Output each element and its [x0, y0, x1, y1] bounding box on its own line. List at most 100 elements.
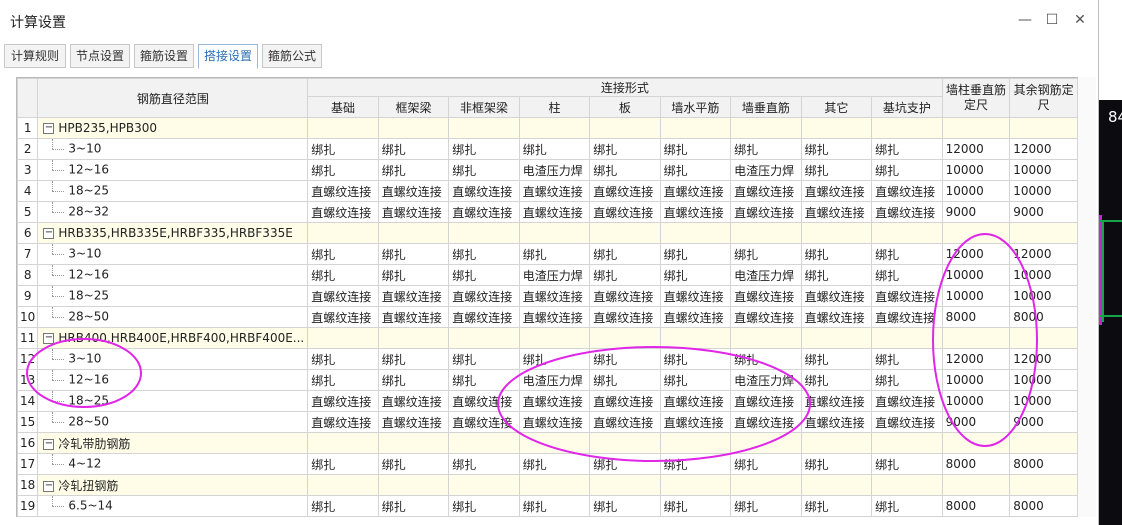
- other-length-cell[interactable]: 10000: [1009, 159, 1078, 181]
- table-row[interactable]: 8 12~16 绑扎 绑扎 绑扎 电渣压力焊 绑扎 绑扎 电渣压力焊 绑扎 绑扎 10000 10000: [16, 264, 1078, 286]
- connection-cell[interactable]: 绑扎: [518, 138, 591, 160]
- connection-cell[interactable]: 绑扎: [730, 243, 802, 265]
- connection-cell[interactable]: 绑扎: [448, 138, 520, 160]
- collapse-icon[interactable]: −: [43, 438, 55, 450]
- connection-cell[interactable]: 电渣压力焊: [518, 369, 591, 391]
- connection-cell[interactable]: 绑扎: [659, 159, 732, 181]
- connection-cell[interactable]: 直螺纹连接: [307, 411, 379, 433]
- wall-length-cell[interactable]: 12000: [941, 243, 1011, 265]
- connection-cell[interactable]: 直螺纹连接: [377, 285, 450, 307]
- connection-cell[interactable]: 直螺纹连接: [518, 390, 591, 412]
- table-row[interactable]: 9 18~25 直螺纹连接 直螺纹连接 直螺纹连接 直螺纹连接 直螺纹连接 直螺纹连接 直螺纹连…: [16, 285, 1078, 307]
- connection-cell[interactable]: 直螺纹连接: [377, 411, 450, 433]
- connection-cell[interactable]: 绑扎: [307, 264, 379, 286]
- connection-cell[interactable]: 绑扎: [659, 495, 732, 517]
- connection-cell[interactable]: 直螺纹连接: [448, 390, 520, 412]
- connection-cell[interactable]: 绑扎: [871, 495, 943, 517]
- connection-cell[interactable]: 绑扎: [871, 453, 943, 475]
- connection-cell[interactable]: 直螺纹连接: [730, 411, 802, 433]
- connection-cell[interactable]: 绑扎: [377, 264, 450, 286]
- connection-cell[interactable]: 绑扎: [307, 495, 379, 517]
- table-row[interactable]: 19 6.5~14 绑扎 绑扎 绑扎 绑扎 绑扎 绑扎 绑扎 绑扎 绑扎 8000 8000: [16, 495, 1078, 517]
- diameter-range-cell[interactable]: 3~10: [37, 348, 309, 370]
- connection-cell[interactable]: 绑扎: [307, 348, 379, 370]
- connection-cell[interactable]: 直螺纹连接: [589, 411, 661, 433]
- connection-cell[interactable]: 直螺纹连接: [448, 285, 520, 307]
- connection-cell[interactable]: 绑扎: [871, 243, 943, 265]
- connection-cell[interactable]: 绑扎: [448, 495, 520, 517]
- connection-cell[interactable]: 绑扎: [448, 348, 520, 370]
- connection-cell[interactable]: 绑扎: [377, 138, 450, 160]
- connection-cell[interactable]: 直螺纹连接: [518, 285, 591, 307]
- connection-cell[interactable]: 绑扎: [448, 243, 520, 265]
- connection-cell[interactable]: 绑扎: [377, 453, 450, 475]
- wall-length-cell[interactable]: 9000: [941, 411, 1011, 433]
- connection-cell[interactable]: 直螺纹连接: [518, 411, 591, 433]
- connection-cell[interactable]: 直螺纹连接: [800, 180, 873, 202]
- connection-cell[interactable]: 直螺纹连接: [377, 306, 450, 328]
- other-length-cell[interactable]: 12000: [1009, 348, 1078, 370]
- connection-cell[interactable]: 绑扎: [659, 369, 732, 391]
- connection-cell[interactable]: 直螺纹连接: [307, 285, 379, 307]
- wall-length-cell[interactable]: 12000: [941, 348, 1011, 370]
- connection-cell[interactable]: 直螺纹连接: [871, 201, 943, 223]
- tab-node-settings[interactable]: 节点设置: [70, 44, 130, 68]
- table-row[interactable]: 7 3~10 绑扎 绑扎 绑扎 绑扎 绑扎 绑扎 绑扎 绑扎 绑扎 12000 12000: [16, 243, 1078, 265]
- other-length-cell[interactable]: 10000: [1009, 180, 1078, 202]
- connection-cell[interactable]: 绑扎: [307, 159, 379, 181]
- connection-cell[interactable]: 绑扎: [377, 348, 450, 370]
- diameter-range-cell[interactable]: 12~16: [37, 264, 309, 286]
- diameter-range-cell[interactable]: 6.5~14: [37, 495, 309, 517]
- wall-length-cell[interactable]: 10000: [941, 369, 1011, 391]
- connection-cell[interactable]: 绑扎: [589, 243, 661, 265]
- wall-length-cell[interactable]: 9000: [941, 201, 1011, 223]
- connection-cell[interactable]: 直螺纹连接: [730, 390, 802, 412]
- group-label-cell[interactable]: − HRB400,HRB400E,HRBF400,HRBF400E...: [37, 327, 309, 349]
- diameter-range-cell[interactable]: 12~16: [37, 159, 309, 181]
- connection-cell[interactable]: 绑扎: [800, 495, 873, 517]
- connection-cell[interactable]: 直螺纹连接: [730, 201, 802, 223]
- diameter-range-cell[interactable]: 28~50: [37, 411, 309, 433]
- connection-cell[interactable]: 绑扎: [518, 243, 591, 265]
- connection-cell[interactable]: 直螺纹连接: [800, 390, 873, 412]
- connection-cell[interactable]: 绑扎: [448, 264, 520, 286]
- connection-cell[interactable]: 绑扎: [589, 369, 661, 391]
- group-row[interactable]: 18− 冷轧扭钢筋: [16, 474, 1078, 496]
- connection-cell[interactable]: 直螺纹连接: [871, 306, 943, 328]
- wall-length-cell[interactable]: 8000: [941, 306, 1011, 328]
- connection-cell[interactable]: 直螺纹连接: [659, 306, 732, 328]
- connection-cell[interactable]: 绑扎: [589, 159, 661, 181]
- diameter-range-cell[interactable]: 12~16: [37, 369, 309, 391]
- other-length-cell[interactable]: 8000: [1009, 306, 1078, 328]
- connection-cell[interactable]: 绑扎: [800, 453, 873, 475]
- connection-cell[interactable]: 绑扎: [800, 138, 873, 160]
- connection-cell[interactable]: 电渣压力焊: [730, 159, 802, 181]
- other-length-cell[interactable]: 8000: [1009, 495, 1078, 517]
- tab-stirrup-settings[interactable]: 箍筋设置: [134, 44, 194, 68]
- connection-cell[interactable]: 直螺纹连接: [377, 390, 450, 412]
- other-length-cell[interactable]: 8000: [1009, 453, 1078, 475]
- connection-cell[interactable]: 电渣压力焊: [518, 264, 591, 286]
- group-row[interactable]: 16− 冷轧带肋钢筋: [16, 432, 1078, 454]
- connection-cell[interactable]: 绑扎: [589, 138, 661, 160]
- other-length-cell[interactable]: 10000: [1009, 264, 1078, 286]
- connection-cell[interactable]: 绑扎: [659, 243, 732, 265]
- connection-cell[interactable]: 直螺纹连接: [800, 411, 873, 433]
- connection-cell[interactable]: 绑扎: [377, 495, 450, 517]
- minimize-button[interactable]: —: [1015, 10, 1035, 30]
- connection-cell[interactable]: 绑扎: [659, 453, 732, 475]
- table-row[interactable]: 13 12~16 绑扎 绑扎 绑扎 电渣压力焊 绑扎 绑扎 电渣压力焊 绑扎 绑扎 10000 1000…: [16, 369, 1078, 391]
- close-button[interactable]: ✕: [1070, 10, 1090, 30]
- connection-cell[interactable]: 直螺纹连接: [659, 201, 732, 223]
- connection-cell[interactable]: 直螺纹连接: [800, 285, 873, 307]
- maximize-button[interactable]: ☐: [1042, 10, 1062, 30]
- table-row[interactable]: 2 3~10 绑扎 绑扎 绑扎 绑扎 绑扎 绑扎 绑扎 绑扎 绑扎 12000 12000: [16, 138, 1078, 160]
- diameter-range-cell[interactable]: 3~10: [37, 138, 309, 160]
- collapse-icon[interactable]: −: [43, 123, 55, 134]
- table-row[interactable]: 4 18~25 直螺纹连接 直螺纹连接 直螺纹连接 直螺纹连接 直螺纹连接 直螺纹连接 直螺纹连…: [16, 180, 1078, 202]
- other-length-cell[interactable]: 10000: [1009, 369, 1078, 391]
- connection-cell[interactable]: 直螺纹连接: [871, 411, 943, 433]
- diameter-range-cell[interactable]: 18~25: [37, 180, 309, 202]
- tab-calc-rules[interactable]: 计算规则: [4, 44, 66, 68]
- connection-cell[interactable]: 绑扎: [871, 159, 943, 181]
